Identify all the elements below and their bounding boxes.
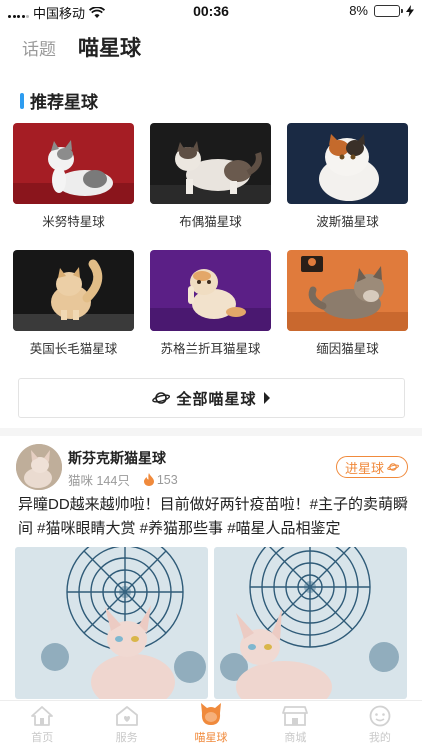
- nav-service[interactable]: 服务: [84, 701, 168, 750]
- chevron-right-icon: [263, 392, 270, 404]
- header-tabs: 话题 喵星球: [22, 32, 141, 62]
- hot-count: 153: [156, 472, 178, 487]
- post-header: 斯芬克斯猫星球 猫咪 144只 153 进星球: [16, 444, 408, 492]
- tab-planet[interactable]: 喵星球: [78, 32, 141, 62]
- planet-label: 英国长毛猫星球: [29, 342, 118, 356]
- status-bar: 中国移动 00:36 8%: [0, 0, 422, 22]
- charging-bolt-icon: [406, 4, 414, 17]
- planet-grid: 米努特星球 布偶猫星球 波斯猫星球 英国长毛猫星球 苏格兰折耳猫星球 缅因猫星球: [13, 123, 411, 357]
- section-accent-bar: [20, 92, 24, 109]
- nav-planet-label: 喵星球: [194, 732, 228, 744]
- planet-label: 苏格兰折耳猫星球: [160, 342, 261, 356]
- planet-card-maine-coon[interactable]: 缅因猫星球: [287, 250, 408, 357]
- planet-thumbnail: [150, 250, 271, 331]
- tab-topic[interactable]: 话题: [22, 35, 56, 60]
- section-divider: [0, 428, 422, 436]
- all-planets-button[interactable]: 全部喵星球: [18, 378, 405, 418]
- post-planet-name[interactable]: 斯芬克斯猫星球: [68, 448, 166, 468]
- nav-home-label: 首页: [31, 732, 54, 744]
- battery-percent: 8%: [349, 3, 368, 18]
- planet-card-scottish-fold[interactable]: 苏格兰折耳猫星球: [150, 250, 271, 357]
- planet-thumbnail: [13, 123, 134, 204]
- post-image[interactable]: [15, 547, 208, 699]
- recommend-title: 推荐星球: [30, 93, 98, 112]
- planet-label: 布偶猫星球: [179, 215, 242, 229]
- planet-thumbnail: [13, 250, 134, 331]
- planet-label: 缅因猫星球: [316, 342, 379, 356]
- cat-planet-icon: [201, 703, 222, 725]
- profile-face-icon: [369, 705, 391, 727]
- all-planets-label: 全部喵星球: [176, 390, 257, 408]
- post-meta: 猫咪 144只 153: [68, 470, 178, 489]
- planet-avatar[interactable]: [16, 444, 62, 490]
- planet-thumbnail: [287, 123, 408, 204]
- nav-service-label: 服务: [115, 732, 138, 744]
- nav-mall[interactable]: 商城: [253, 701, 337, 750]
- nav-me[interactable]: 我的: [338, 701, 422, 750]
- nav-home[interactable]: 首页: [0, 701, 84, 750]
- member-count: 猫咪 144只: [68, 474, 130, 488]
- planet-label: 波斯猫星球: [316, 215, 379, 229]
- planet-small-icon: [387, 463, 399, 471]
- planet-card-minuet[interactable]: 米努特星球: [13, 123, 134, 230]
- planet-card-persian[interactable]: 波斯猫星球: [287, 123, 408, 230]
- join-planet-label: 进星球: [344, 460, 384, 476]
- planet-card-british-longhair[interactable]: 英国长毛猫星球: [13, 250, 134, 357]
- nav-me-label: 我的: [368, 732, 391, 744]
- recommend-section-title: 推荐星球: [20, 88, 98, 113]
- hot-count-group: 153: [143, 472, 178, 487]
- planet-thumbnail: [287, 250, 408, 331]
- planet-label: 米努特星球: [42, 215, 105, 229]
- store-icon: [282, 706, 309, 726]
- bottom-nav: 首页 服务 喵星球 商城 我的: [0, 700, 422, 750]
- post-image[interactable]: [214, 547, 407, 699]
- planet-thumbnail: [150, 123, 271, 204]
- flame-icon: [143, 473, 154, 486]
- post-text[interactable]: 异瞳DD越来越帅啦！目前做好两针疫苗啦！#主子的卖萌瞬间 #猫咪眼睛大赏 #养猫…: [18, 493, 410, 541]
- status-right: 8%: [349, 3, 414, 18]
- planet-icon: [152, 392, 171, 404]
- nav-mall-label: 商城: [284, 732, 307, 744]
- join-planet-button[interactable]: 进星球: [336, 456, 408, 478]
- service-heart-icon: [115, 706, 138, 726]
- battery-icon: [374, 4, 403, 17]
- home-icon: [31, 706, 54, 726]
- planet-card-ragdoll[interactable]: 布偶猫星球: [150, 123, 271, 230]
- nav-planet[interactable]: 喵星球: [169, 701, 253, 750]
